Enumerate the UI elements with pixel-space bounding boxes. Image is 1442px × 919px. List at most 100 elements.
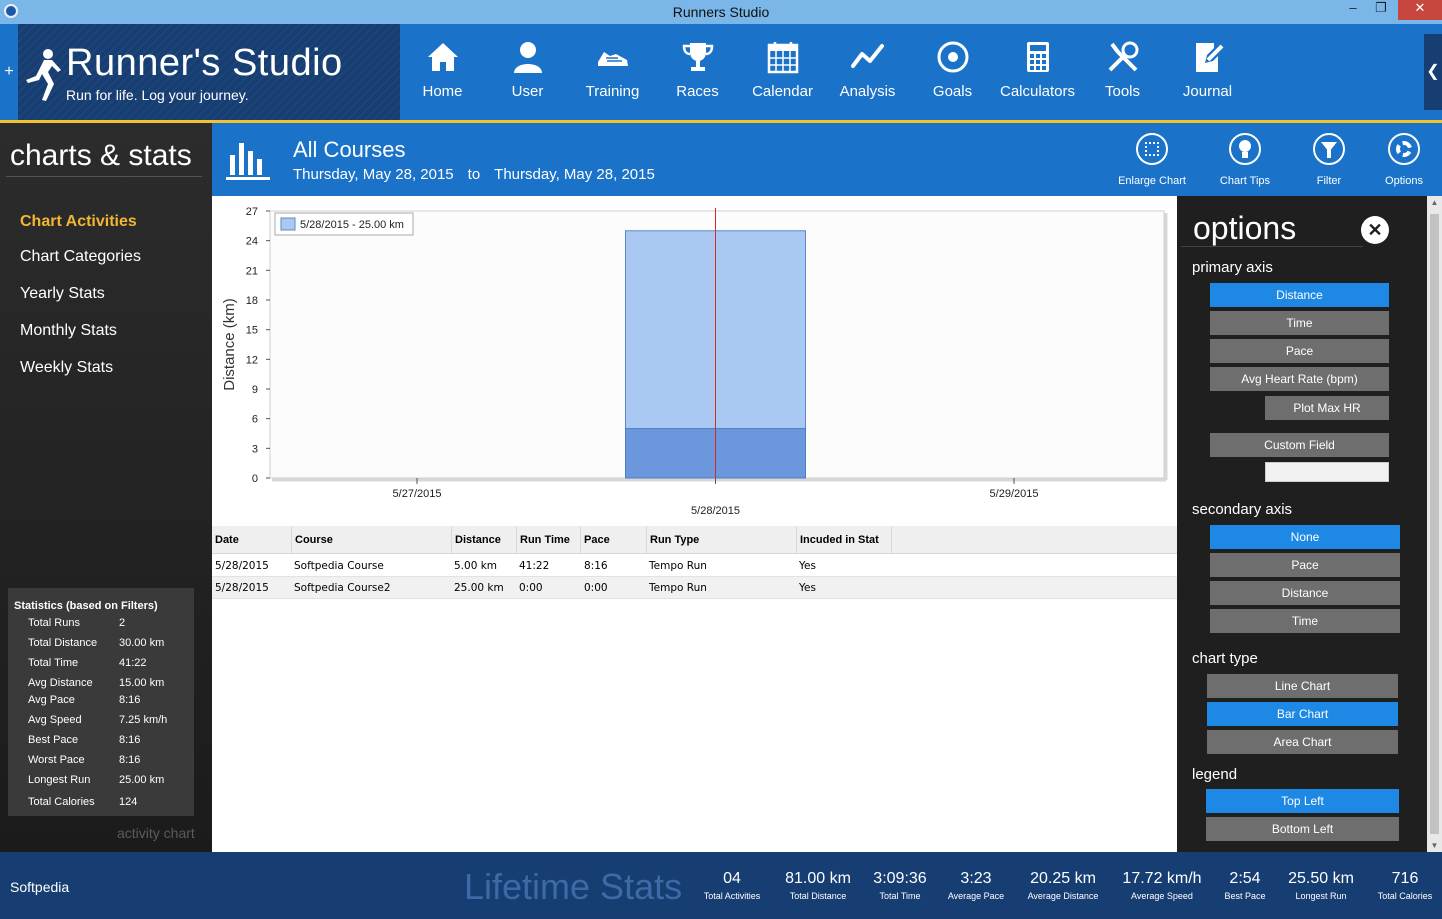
nav-home[interactable]: Home: [400, 24, 485, 120]
course-title: All Courses: [293, 137, 406, 162]
primary-axis-heart-rate[interactable]: Avg Heart Rate (bpm): [1210, 367, 1389, 391]
stat-label: Total Calories: [28, 796, 95, 808]
nav-calendar[interactable]: Calendar: [740, 24, 825, 120]
filter-button[interactable]: Filter: [1289, 133, 1369, 187]
nav-calculators[interactable]: Calculators: [995, 24, 1080, 120]
secondary-axis-distance[interactable]: Distance: [1210, 581, 1400, 605]
stat-value: 25.00 km: [119, 774, 165, 786]
stat-value: 7.25 km/h: [119, 714, 168, 726]
footer-brand: Softpedia: [10, 879, 70, 895]
bar-chart-icon: [226, 143, 270, 180]
collapse-panel-button[interactable]: ❮: [1424, 34, 1442, 110]
stat-label: Avg Pace: [28, 694, 75, 706]
nav-user-label: User: [511, 83, 544, 100]
scroll-down-icon[interactable]: ▼: [1427, 841, 1442, 850]
lightbulb-icon: [1229, 133, 1261, 165]
options-button[interactable]: Options: [1364, 133, 1442, 187]
scroll-up-icon[interactable]: ▲: [1427, 198, 1442, 207]
chart-canvas: 0 3 6 9 12 15 18 21 24 27 Distance (km) 5/27/2015 5/…: [221, 206, 1168, 517]
legend-top-left[interactable]: Top Left: [1206, 789, 1399, 813]
minimize-button[interactable]: –: [1338, 0, 1368, 20]
activities-table: Date Course Distance Run Time Pace Run T…: [212, 524, 1177, 852]
plot-max-hr-button[interactable]: Plot Max HR: [1265, 396, 1389, 420]
column-header[interactable]: Pace: [581, 526, 647, 554]
nav-calendar-label: Calendar: [752, 83, 813, 100]
expand-panel-button[interactable]: +: [0, 34, 18, 110]
filter-label: Filter: [1316, 175, 1342, 187]
lifetime-stat-value: 3:23: [960, 870, 992, 887]
sidebar-item-weekly-stats[interactable]: Weekly Stats: [20, 359, 113, 377]
secondary-axis-pace[interactable]: Pace: [1210, 553, 1400, 577]
lifetime-stats-footer: Softpedia Lifetime Stats 04 Total Activit…: [0, 852, 1442, 919]
stat-label: Total Distance: [28, 637, 98, 649]
table-row[interactable]: 5/28/2015 Softpedia Course2 25.00 km 0:0…: [212, 577, 1177, 599]
column-header[interactable]: Incuded in Stat: [797, 526, 892, 554]
sidebar-item-chart-categories[interactable]: Chart Categories: [20, 248, 141, 266]
app-header: + Runner's Studio Run for life. Log your…: [0, 24, 1442, 120]
stat-value: 2: [119, 617, 126, 629]
filter-icon: [1313, 133, 1345, 165]
column-header[interactable]: Distance: [452, 526, 517, 554]
nav-goals[interactable]: Goals: [910, 24, 995, 120]
secondary-axis-none[interactable]: None: [1210, 525, 1400, 549]
activity-chart: 0 3 6 9 12 15 18 21 24 27 Distance (km) 5/27/2015 5/…: [212, 196, 1177, 524]
lifetime-stat: 04 Total Activities: [682, 870, 782, 901]
tools-icon: [1108, 41, 1139, 72]
options-panel: options ✕ primary axis Distance Time Pac…: [1177, 196, 1427, 852]
chart-type-line[interactable]: Line Chart: [1207, 674, 1398, 698]
journal-icon: [1196, 43, 1224, 72]
nav-user[interactable]: User: [485, 24, 570, 120]
y-tick-label: 12: [246, 354, 258, 366]
cell-included: Yes: [799, 560, 816, 572]
nav-tools[interactable]: Tools: [1080, 24, 1165, 120]
options-scrollbar[interactable]: ▲ ▼: [1427, 196, 1442, 852]
y-tick-label: 9: [252, 384, 258, 396]
stat-value: 8:16: [119, 694, 141, 706]
section-divider: [6, 176, 202, 177]
chart-header-band: All Courses Thursday, May 28, 2015 to Thur…: [212, 123, 1442, 196]
y-tick-label: 0: [252, 473, 258, 485]
column-header[interactable]: Date: [212, 526, 292, 554]
column-header[interactable]: Run Time: [517, 526, 581, 554]
primary-axis-time[interactable]: Time: [1210, 311, 1389, 335]
nav-analysis[interactable]: Analysis: [825, 24, 910, 120]
close-button[interactable]: ✕: [1398, 0, 1442, 20]
nav-journal[interactable]: Journal: [1165, 24, 1250, 120]
custom-field-input[interactable]: [1265, 462, 1389, 482]
y-tick-label: 27: [246, 206, 258, 218]
scroll-thumb[interactable]: [1430, 214, 1439, 834]
options-label: Options: [1385, 175, 1423, 187]
enlarge-chart-button[interactable]: Enlarge Chart: [1112, 133, 1192, 187]
sidebar-item-yearly-stats[interactable]: Yearly Stats: [20, 285, 105, 303]
stat-label: Total Time: [28, 657, 79, 669]
chart-type-area[interactable]: Area Chart: [1207, 730, 1398, 754]
secondary-axis-time[interactable]: Time: [1210, 609, 1400, 633]
stat-value: 30.00 km: [119, 637, 165, 649]
cell-pace: 0:00: [584, 582, 608, 594]
cell-included: Yes: [799, 582, 816, 594]
nav-training[interactable]: Training: [570, 24, 655, 120]
calculator-icon: [1027, 42, 1049, 72]
y-tick-label: 18: [246, 295, 258, 307]
column-header[interactable]: Course: [292, 526, 452, 554]
calendar-icon: [767, 42, 799, 74]
restore-button[interactable]: ❐: [1366, 0, 1396, 20]
chart-tips-button[interactable]: Chart Tips: [1205, 133, 1285, 187]
primary-axis-distance[interactable]: Distance: [1210, 283, 1389, 307]
sidebar-item-chart-activities[interactable]: Chart Activities: [20, 213, 137, 231]
sidebar-item-monthly-stats[interactable]: Monthly Stats: [20, 322, 117, 340]
custom-field-button[interactable]: Custom Field: [1210, 433, 1389, 457]
logo-area: Runner's Studio Run for life. Log your j…: [18, 24, 400, 120]
stat-value: 15.00 km: [119, 677, 165, 689]
nav-home-label: Home: [422, 83, 463, 100]
nav-analysis-label: Analysis: [839, 83, 896, 100]
legend-bottom-left[interactable]: Bottom Left: [1206, 817, 1399, 841]
nav-calculators-label: Calculators: [999, 83, 1076, 100]
table-row[interactable]: 5/28/2015 Softpedia Course 5.00 km 41:22…: [212, 555, 1177, 577]
stat-value: 41:22: [119, 657, 147, 669]
column-header[interactable]: Run Type: [647, 526, 797, 554]
nav-races[interactable]: Races: [655, 24, 740, 120]
chart-type-bar[interactable]: Bar Chart: [1207, 702, 1398, 726]
close-options-icon[interactable]: ✕: [1361, 216, 1389, 244]
primary-axis-pace[interactable]: Pace: [1210, 339, 1389, 363]
